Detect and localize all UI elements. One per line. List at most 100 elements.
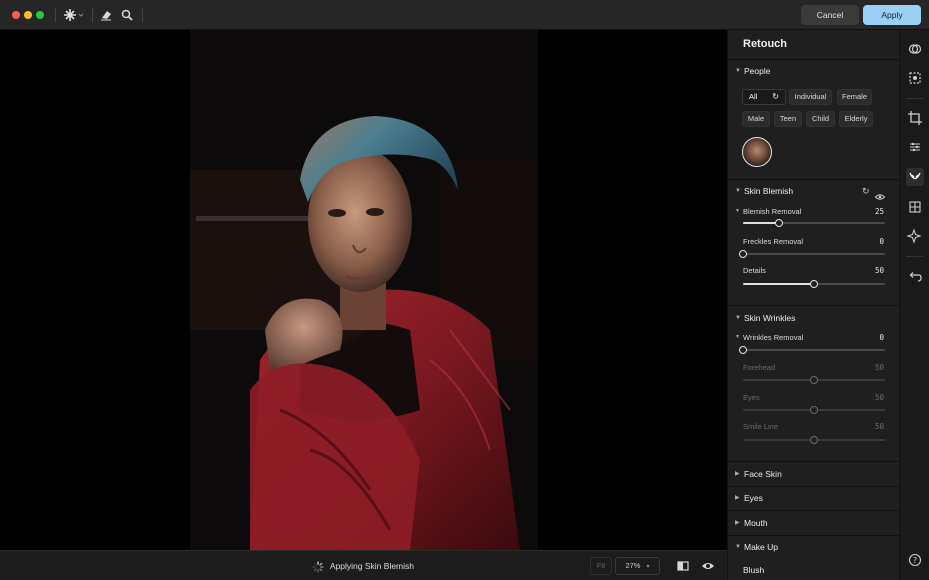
section-people-header[interactable]: ▼ People [728,60,899,82]
slider-label: Wrinkles Removal [743,333,804,342]
fit-button[interactable]: Fit [590,557,612,575]
toolbar: Cancel Apply [0,0,929,30]
slider-handle [810,406,818,414]
person-avatar[interactable] [742,137,772,167]
chevron-right-icon: ▶ [735,495,740,501]
chevron-down-icon: ▾ [646,564,650,570]
filter-male[interactable]: Male [742,111,770,127]
tool-rail: ? [899,30,929,580]
grid-icon[interactable] [906,198,924,216]
selection-icon[interactable] [906,69,924,87]
filter-teen[interactable]: Teen [774,111,802,127]
section-mouth-header[interactable]: ▶ Mouth [728,512,899,534]
chevron-down-icon: ▼ [735,334,740,340]
slider-label: Details [743,266,766,275]
chevron-right-icon: ▶ [735,471,740,477]
slider-fill [743,283,814,285]
zoom-tool-icon[interactable] [120,7,134,23]
slider-handle[interactable] [739,250,747,258]
zoom-select[interactable]: 27% ▾ [615,557,660,575]
minimize-window-button[interactable] [24,11,32,19]
section-people-title: People [744,66,771,76]
slider-track[interactable] [739,250,885,258]
reset-icon[interactable]: ↻ [862,180,870,202]
filter-elderly[interactable]: Elderly [839,111,873,127]
slider-handle[interactable] [739,346,747,354]
layers-icon[interactable] [906,40,924,58]
chevron-down-icon: ▼ [735,188,741,194]
divider [728,510,899,511]
slider-handle[interactable] [774,219,783,227]
toolbar-divider [92,8,93,22]
slider-handle [810,376,818,384]
slider-label: Forehead [743,363,776,372]
subsection-blush-title: Blush [743,565,765,575]
slider-handle [810,436,818,444]
slider-value: 50 [874,266,884,275]
filter-all-label: All [749,92,758,101]
slider-value: 50 [874,363,884,372]
section-skin-blemish-header[interactable]: ▼ Skin Blemish ↻ [728,180,899,202]
slider-label: Eyes [743,393,760,402]
svg-text:?: ? [913,556,917,565]
portrait-photo [190,30,538,550]
slider-track [743,436,885,444]
filter-individual[interactable]: Individual [789,89,832,105]
cancel-button[interactable]: Cancel [801,5,859,25]
slider-label: Freckles Removal [743,237,804,246]
section-make-up-title: Make Up [744,542,779,552]
filter-female[interactable]: Female [837,89,872,105]
slider-track [743,406,885,414]
filter-all[interactable]: All ↻ [742,89,786,105]
slider-label: Smile Line [743,422,779,431]
help-icon[interactable]: ? [906,551,924,569]
image-canvas[interactable] [0,30,727,550]
slider-track[interactable] [739,346,885,354]
retouch-face-icon[interactable] [906,168,924,186]
slider-track[interactable] [743,219,885,227]
section-eyes-header[interactable]: ▶ Eyes [728,487,899,509]
chevron-down-icon: ▼ [735,315,741,321]
status-text: Applying Skin Blemish [329,561,415,571]
status-bar: Applying Skin Blemish Fit 27% ▾ [0,550,727,580]
divider [728,461,899,462]
slider-handle[interactable] [810,280,818,288]
slider-label: Blemish Removal [743,207,802,216]
crop-icon[interactable] [906,109,924,127]
chevron-down-icon: ▼ [735,544,741,550]
rail-divider [906,256,924,257]
zoom-window-button[interactable] [36,11,44,19]
eraser-icon[interactable] [99,7,113,23]
divider [728,305,899,306]
filter-child[interactable]: Child [806,111,835,127]
zoom-value: 27% [625,561,641,570]
section-skin-blemish-title: Skin Blemish [744,186,794,196]
slider-fill [743,222,779,224]
sparkle-ai-icon[interactable] [906,227,924,245]
section-eyes-title: Eyes [744,493,763,503]
section-make-up-header[interactable]: ▼ Make Up [728,536,899,558]
visibility-eye-icon[interactable] [874,187,886,209]
chevron-down-icon: ▼ [735,68,741,74]
compare-icon[interactable] [676,559,690,573]
slider-value: 50 [874,393,884,402]
close-window-button[interactable] [12,11,20,19]
panel-title: Retouch [743,38,787,50]
undo-history-icon[interactable] [906,268,924,286]
section-face-skin-header[interactable]: ▶ Face Skin [728,463,899,485]
chevron-right-icon: ▶ [735,520,740,526]
adjustments-icon[interactable] [906,138,924,156]
refresh-icon[interactable]: ↻ [772,90,779,104]
section-skin-wrinkles-header[interactable]: ▼ Skin Wrinkles [728,307,899,329]
chevron-down-icon: ▼ [735,208,740,214]
status-message: Applying Skin Blemish [312,559,414,573]
subsection-blush[interactable]: Blush [728,559,899,580]
magic-tool-icon[interactable] [63,7,85,23]
apply-button[interactable]: Apply [863,5,921,25]
loading-spinner-icon [312,561,324,573]
preview-eye-icon[interactable] [701,559,715,573]
slider-value: 50 [874,422,884,431]
slider-track[interactable] [743,280,885,288]
slider-value: 25 [874,207,884,216]
slider-value: 0 [879,333,884,342]
